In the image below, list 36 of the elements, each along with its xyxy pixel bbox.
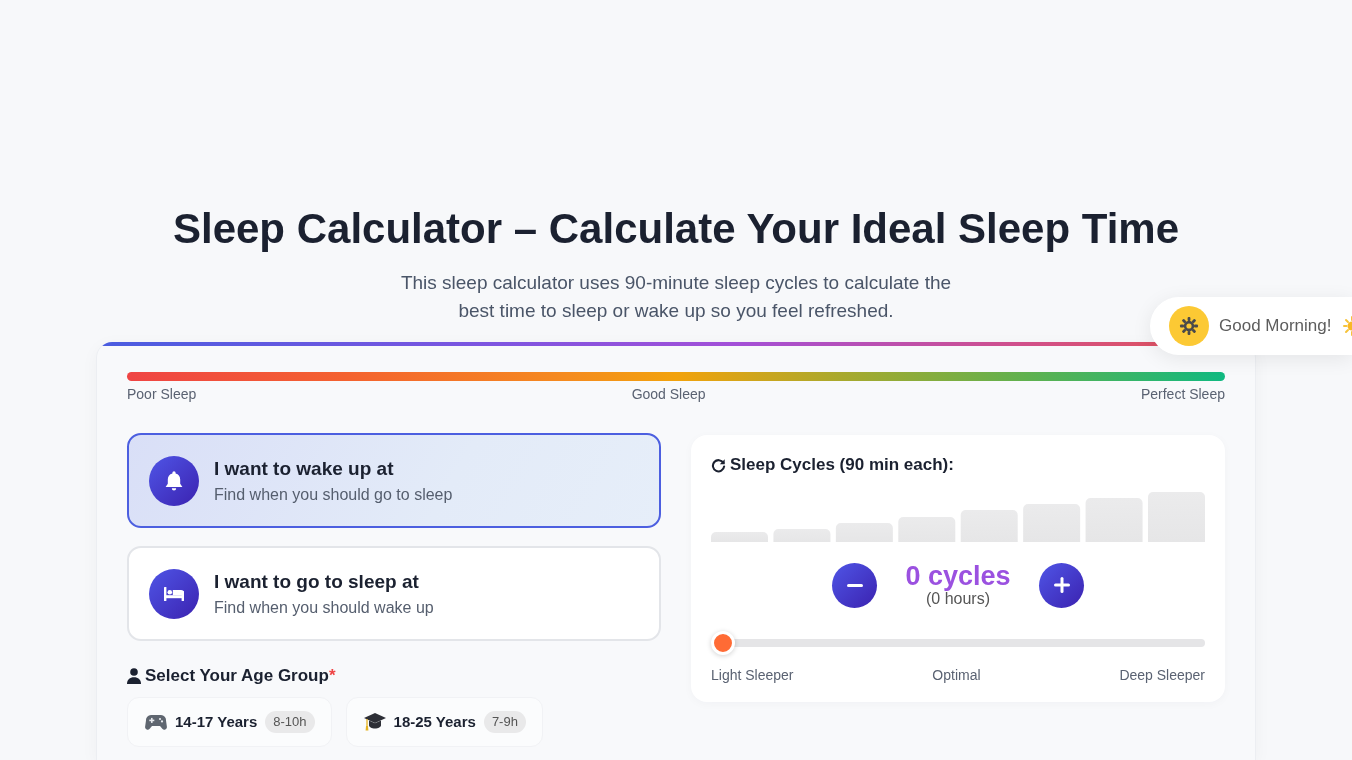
graduation-cap-icon <box>363 712 386 732</box>
increase-button[interactable] <box>1039 562 1084 608</box>
bell-icon <box>149 455 199 506</box>
mode-option-card[interactable]: I want to go to sleep at Find when you should wake up <box>127 546 661 641</box>
mode-description: Find when you should wake up <box>214 597 434 618</box>
mode-option-card[interactable]: I want to wake up at Find when you should go to sleep <box>127 433 661 528</box>
page-title: Sleep Calculator – Calculate Your Ideal Sleep Time <box>171 205 1181 253</box>
decrease-button[interactable] <box>832 562 877 608</box>
mode-title: I want to go to sleep at <box>214 569 419 593</box>
slider-handle[interactable] <box>711 631 735 655</box>
page-subtitle: This sleep calculator uses 90-minute sleep cycles to calculate the best time to sleep or wake up so you feel refreshed. <box>399 271 953 323</box>
sleep-hours-tag: 7-9h <box>483 711 526 733</box>
mode-title: I want to wake up at <box>214 456 394 480</box>
slider-label: Deep Sleeper <box>1119 666 1205 684</box>
slider-label: Optimal <box>932 666 981 684</box>
scale-label: Good Sleep <box>631 385 706 403</box>
minus-icon <box>846 583 863 587</box>
mode-description: Find when you should go to sleep <box>214 484 453 505</box>
sun-icon <box>1342 316 1352 336</box>
sleep-hours-tag: 8-10h <box>265 711 315 733</box>
sleeper-type-slider[interactable] <box>711 631 1205 655</box>
age-option[interactable]: 14-17 Years 8-10h <box>127 697 332 747</box>
sleep-cycles-heading: Sleep Cycles (90 min each): <box>730 454 954 476</box>
person-icon <box>127 668 141 684</box>
greeting-text: Good Morning! <box>1219 315 1332 338</box>
scale-label: Perfect Sleep <box>1140 385 1225 403</box>
bed-icon <box>149 568 199 619</box>
gamepad-icon <box>145 714 167 730</box>
plus-icon <box>1053 577 1070 593</box>
age-option[interactable]: 18-25 Years 7-9h <box>345 697 543 747</box>
age-group-label: Select Your Age Group* <box>145 665 336 687</box>
cycle-hours: (0 hours) <box>925 590 990 608</box>
refresh-icon <box>711 457 726 473</box>
slider-label: Light Sleeper <box>711 666 794 684</box>
scale-label: Poor Sleep <box>127 385 197 403</box>
sun-icon <box>1169 306 1209 346</box>
